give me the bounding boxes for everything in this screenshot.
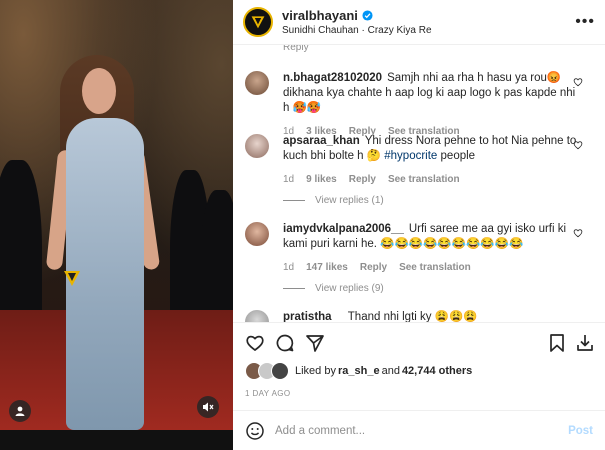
- likes-summary: Liked by ra_sh_e and 42,744 others: [245, 362, 472, 380]
- liked-by-prefix: Liked by: [295, 365, 336, 377]
- comment-text: Thand nhi lgti ky 😩😩😩: [347, 311, 478, 322]
- reply-link[interactable]: Reply: [283, 45, 309, 53]
- author-username[interactable]: viralbhayani: [282, 8, 358, 23]
- like-heart-icon[interactable]: [245, 333, 265, 353]
- subject-face: [82, 68, 116, 114]
- liked-by-mid: and: [381, 365, 400, 377]
- commenter-username[interactable]: n.bhagat28102020: [283, 72, 382, 84]
- comment-likes[interactable]: 9 likes: [306, 172, 337, 187]
- brand-logo-icon: [251, 16, 265, 29]
- reply-button[interactable]: Reply: [360, 260, 387, 275]
- verified-badge-icon: [362, 10, 373, 21]
- hashtag-link[interactable]: #hypocrite: [384, 150, 437, 162]
- liked-by-user[interactable]: ra_sh_e: [338, 365, 380, 377]
- instagram-post-view: viralbhayani Sunidhi Chauhan · Crazy Kiy…: [0, 0, 605, 450]
- commenter-username[interactable]: iamydvkalpana2006__: [283, 223, 404, 235]
- likes-count[interactable]: 42,744 others: [402, 365, 472, 377]
- view-replies-label[interactable]: View replies (9): [315, 283, 384, 294]
- user-icon: [15, 406, 25, 416]
- speaker-muted-icon: [203, 402, 214, 412]
- commenter-avatar[interactable]: [245, 222, 269, 246]
- commenter-avatar[interactable]: [245, 71, 269, 95]
- post-media[interactable]: [0, 0, 233, 450]
- emoji-smiley-icon[interactable]: [245, 421, 265, 441]
- like-comment-heart-icon[interactable]: [573, 77, 583, 87]
- commenter-avatar[interactable]: [245, 310, 269, 322]
- reply-button[interactable]: Reply: [349, 172, 376, 187]
- see-translation-button[interactable]: See translation: [399, 260, 471, 275]
- comment-likes[interactable]: 147 likes: [306, 260, 348, 275]
- commenter-username[interactable]: apsaraa_khan: [283, 135, 360, 147]
- like-comment-heart-icon[interactable]: [573, 140, 583, 150]
- commenter-avatar[interactable]: [245, 134, 269, 158]
- like-comment-heart-icon[interactable]: [573, 228, 583, 238]
- post-comment-button[interactable]: Post: [568, 425, 593, 437]
- download-icon[interactable]: [575, 333, 595, 353]
- watermark-logo-icon: [64, 271, 80, 286]
- view-replies-button[interactable]: View replies (1): [283, 195, 384, 206]
- liker-avatar[interactable]: [271, 362, 289, 380]
- view-replies-button[interactable]: View replies (9): [283, 283, 384, 294]
- comment-bubble-icon[interactable]: [275, 333, 295, 353]
- comment-text: people: [437, 150, 476, 162]
- see-translation-button[interactable]: See translation: [388, 172, 460, 187]
- video-frame[interactable]: [0, 0, 233, 430]
- comment-time[interactable]: 1d: [283, 172, 294, 187]
- share-paper-plane-icon[interactable]: [305, 333, 325, 353]
- commenter-username[interactable]: pratistha: [283, 311, 332, 322]
- comment-time[interactable]: 1d: [283, 260, 294, 275]
- add-comment-bar: Add a comment... Post: [233, 410, 605, 450]
- post-details-panel: viralbhayani Sunidhi Chauhan · Crazy Kiy…: [233, 0, 605, 450]
- audio-track-link[interactable]: Sunidhi Chauhan · Crazy Kiya Re: [282, 25, 575, 36]
- comment-input[interactable]: Add a comment...: [275, 425, 568, 437]
- post-actions-bar: [233, 322, 605, 353]
- more-options-button[interactable]: •••: [575, 13, 595, 31]
- author-avatar[interactable]: [243, 7, 273, 37]
- view-replies-label[interactable]: View replies (1): [315, 195, 384, 206]
- comments-list[interactable]: Reply n.bhagat28102020 Samjh nhi aa rha h…: [233, 45, 605, 322]
- post-timestamp[interactable]: 1 DAY AGO: [245, 389, 291, 398]
- save-bookmark-icon[interactable]: [547, 333, 567, 353]
- tagged-users-button[interactable]: [9, 400, 31, 422]
- mute-button[interactable]: [197, 396, 219, 418]
- liker-avatars[interactable]: [245, 362, 289, 380]
- post-header: viralbhayani Sunidhi Chauhan · Crazy Kiy…: [233, 0, 605, 45]
